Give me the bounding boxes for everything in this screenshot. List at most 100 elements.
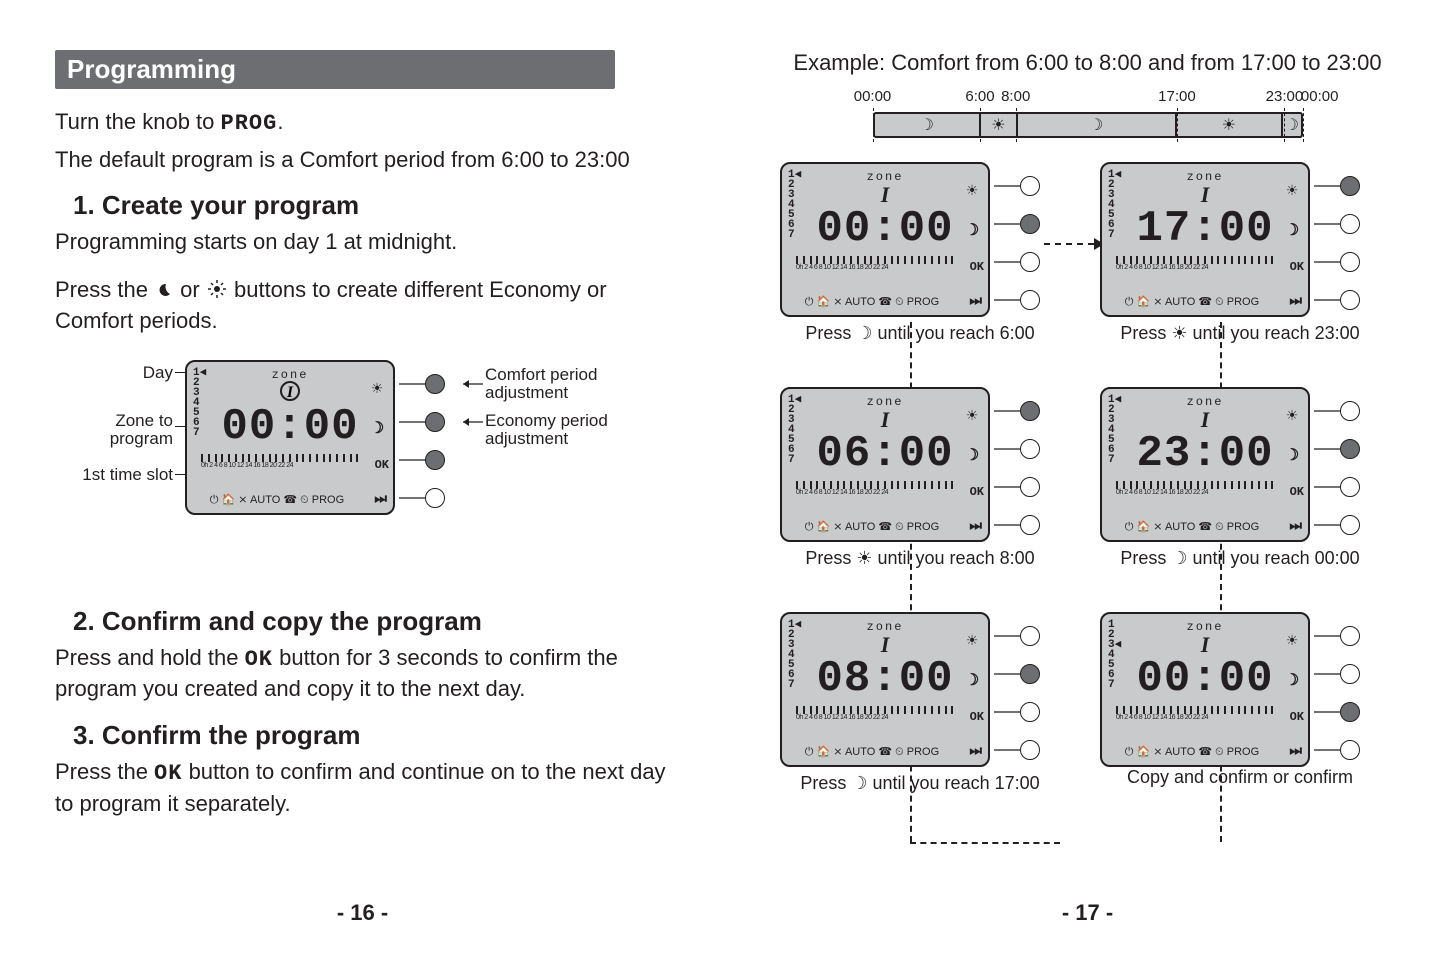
comfort-button[interactable] — [1340, 626, 1360, 646]
segment-economy-1: ☽ — [875, 114, 982, 136]
sun-icon: ☀ — [856, 548, 872, 568]
caption-step-1: Press ☽ until you reach 6:00 — [780, 323, 1060, 344]
lcd-hour-numbers: 0h 2 4 6 8 10 12 14 16 18 20 22 24 — [201, 462, 363, 469]
label-zone-to-program: Zone to program — [55, 412, 173, 449]
lcd-step-3: 1◀234567 zone I 08:00 ☀ ☽ OK ⏭ 0h 2 4 6 … — [780, 612, 990, 767]
comfort-button[interactable] — [1020, 626, 1040, 646]
lcd-hour-scale: 0h 2 4 6 8 10 12 14 16 18 20 22 24 — [201, 454, 363, 472]
sun-icon — [208, 276, 226, 306]
svg-text:I: I — [286, 384, 294, 401]
skip-button[interactable] — [1020, 515, 1040, 535]
economy-button[interactable] — [1340, 664, 1360, 684]
h2-ok: OK — [245, 647, 273, 672]
tl-8-00: 8:00 — [1001, 88, 1030, 105]
ok-button[interactable] — [1020, 252, 1040, 272]
lcd-mode-icons: ⏻ 🏠 ⨯ AUTO ☎ ⏲ PROG — [187, 493, 367, 507]
comfort-button[interactable] — [1340, 401, 1360, 421]
skip-button[interactable] — [1020, 290, 1040, 310]
sun-icon: ☀ — [1171, 323, 1187, 343]
moon-icon: ☽ — [1171, 548, 1187, 568]
skip-button[interactable] — [1340, 515, 1360, 535]
segment-economy-2: ☽ — [1018, 114, 1177, 136]
step-cell-2: 1◀234567 zone I 06:00 ☀ ☽ OK ⏭ 0h 2 4 6 … — [780, 387, 1060, 569]
h2-pre: Press and hold the — [55, 645, 245, 670]
skip-button[interactable] — [1340, 740, 1360, 760]
step-2-heading: 2. Confirm and copy the program — [55, 606, 670, 637]
lcd-screen: 1◀234567 zone I 00:00 ☀ ☽ OK ⏭ 0h 2 4 6 … — [185, 360, 395, 515]
lcd-step-6: 123◀4567 zone I 00:00 ☀ ☽ OK ⏭ 0h 2 4 6 … — [1100, 612, 1310, 767]
lcd-skip-icon: ⏭ — [374, 490, 387, 507]
time-step-4: 17:00 — [1102, 204, 1308, 254]
tl-00-00: 00:00 — [854, 88, 892, 105]
segment-comfort-1: ☀ — [981, 114, 1018, 136]
step-1-body: Programming starts on day 1 at midnight. — [55, 227, 670, 257]
step-cell-4: 1◀234567 zone I 17:00 ☀ ☽ OK ⏭ 0h 2 4 6 … — [1100, 162, 1380, 344]
step-cell-5: 1◀234567 zone I 23:00 ☀ ☽ OK ⏭ 0h 2 4 6 … — [1100, 387, 1380, 569]
segment-comfort-2: ☀ — [1177, 114, 1284, 136]
programming-flow: 1◀234567 zone I 00:00 ☀ ☽ OK ⏭ 0h 2 4 6 … — [780, 162, 1395, 862]
step-cell-3: 1◀234567 zone I 08:00 ☀ ☽ OK ⏭ 0h 2 4 6 … — [780, 612, 1060, 794]
page-17: Example: Comfort from 6:00 to 8:00 and f… — [725, 0, 1450, 954]
lcd-button-column — [399, 360, 465, 515]
ok-button[interactable] — [1020, 702, 1040, 722]
intro-default: The default program is a Comfort period … — [55, 145, 670, 175]
economy-button[interactable] — [1020, 439, 1040, 459]
step-2-body: Press and hold the OK button for 3 secon… — [55, 643, 670, 704]
ok-button[interactable] — [425, 450, 445, 470]
lcd-step-4: 1◀234567 zone I 17:00 ☀ ☽ OK ⏭ 0h 2 4 6 … — [1100, 162, 1310, 317]
caption-step-2: Press ☀ until you reach 8:00 — [780, 548, 1060, 569]
economy-button[interactable] — [1340, 214, 1360, 234]
ok-button[interactable] — [1020, 477, 1040, 497]
prog-word: PROG — [221, 111, 278, 136]
step-3-heading: 3. Confirm the program — [55, 720, 670, 751]
section-title: Programming — [55, 50, 615, 89]
time-step-1: 00:00 — [782, 204, 988, 254]
lcd-annotated: 1◀234567 zone I 00:00 ☀ ☽ OK ⏭ 0h 2 4 6 … — [185, 360, 465, 515]
step-3-body: Press the OK button to confirm and conti… — [55, 757, 670, 818]
tl-17-00: 17:00 — [1158, 88, 1196, 105]
economy-button[interactable] — [1340, 439, 1360, 459]
press-mid: or — [180, 277, 206, 302]
ok-label: OK — [970, 260, 984, 274]
annotated-lcd-diagram: Day Zone to program 1st time slot Comfor… — [55, 350, 615, 590]
step-cell-6: 123◀4567 zone I 00:00 ☀ ☽ OK ⏭ 0h 2 4 6 … — [1100, 612, 1380, 788]
lcd-step-2: 1◀234567 zone I 06:00 ☀ ☽ OK ⏭ 0h 2 4 6 … — [780, 387, 990, 542]
ok-button[interactable] — [1340, 477, 1360, 497]
caption-step-3: Press ☽ until you reach 17:00 — [780, 773, 1060, 794]
ok-button[interactable] — [1340, 702, 1360, 722]
label-economy-adjustment: Economy period adjustment — [485, 412, 625, 449]
segment-economy-3: ☽ — [1283, 114, 1300, 136]
skip-button[interactable] — [1020, 740, 1040, 760]
ok-button[interactable] — [1340, 252, 1360, 272]
intro-turn-knob: Turn the knob to PROG. — [55, 107, 670, 139]
page-number-right: - 17 - — [725, 900, 1450, 926]
skip-button[interactable] — [1340, 290, 1360, 310]
intro-post: . — [277, 109, 283, 134]
caption-step-5: Press ☽ until you reach 00:00 — [1100, 548, 1380, 569]
label-comfort-adjustment: Comfort period adjustment — [485, 366, 625, 403]
time-step-6: 00:00 — [1102, 654, 1308, 704]
comfort-button[interactable] — [425, 374, 445, 394]
comfort-button[interactable] — [1340, 176, 1360, 196]
label-day: Day — [113, 364, 173, 383]
economy-button[interactable] — [425, 412, 445, 432]
lcd-step-5: 1◀234567 zone I 23:00 ☀ ☽ OK ⏭ 0h 2 4 6 … — [1100, 387, 1310, 542]
schedule-timeline: 00:00 6:00 8:00 17:00 23:00 00:00 ☽ ☀ ☽ … — [873, 88, 1303, 138]
page-16: Programming Turn the knob to PROG. The d… — [0, 0, 725, 954]
lcd-ok-label: OK — [375, 458, 389, 472]
h3-pre: Press the — [55, 759, 154, 784]
moon-icon: ☽ — [856, 323, 872, 343]
moon-icon: ☽ — [851, 773, 867, 793]
time-step-3: 08:00 — [782, 654, 988, 704]
tl-23-00: 23:00 — [1266, 88, 1304, 105]
skip-button[interactable] — [425, 488, 445, 508]
comfort-button[interactable] — [1020, 176, 1040, 196]
step-cell-1: 1◀234567 zone I 00:00 ☀ ☽ OK ⏭ 0h 2 4 6 … — [780, 162, 1060, 344]
moon-icon — [156, 276, 172, 306]
time-step-5: 23:00 — [1102, 429, 1308, 479]
comfort-button[interactable] — [1020, 401, 1040, 421]
lcd-step-1: 1◀234567 zone I 00:00 ☀ ☽ OK ⏭ 0h 2 4 6 … — [780, 162, 990, 317]
economy-button[interactable] — [1020, 664, 1040, 684]
step-1-heading: 1. Create your program — [55, 190, 670, 221]
economy-button[interactable] — [1020, 214, 1040, 234]
